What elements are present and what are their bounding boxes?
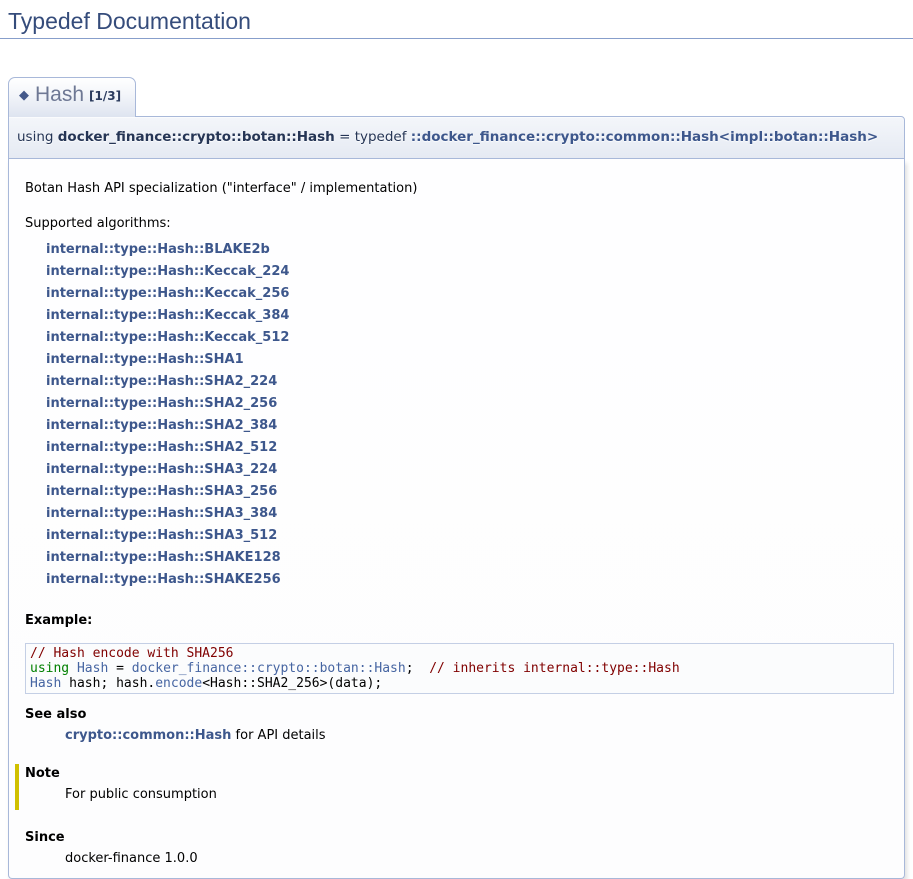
algorithm-list-item: internal::type::Hash::Keccak_384 xyxy=(46,305,894,327)
code-link[interactable]: Hash xyxy=(30,676,61,691)
see-also-content: crypto::common::Hash for API details xyxy=(65,728,894,743)
algorithm-link[interactable]: internal::type::Hash::Keccak_512 xyxy=(46,330,289,345)
code-token: <Hash::SHA2_256>(data); xyxy=(202,676,382,691)
algorithm-list-item: internal::type::Hash::SHA3_256 xyxy=(46,481,894,503)
note-label: Note xyxy=(25,766,894,781)
algorithm-list-item: internal::type::Hash::Keccak_256 xyxy=(46,283,894,305)
member-tab: ◆ Hash [1/3] xyxy=(8,77,136,117)
algorithm-link[interactable]: internal::type::Hash::BLAKE2b xyxy=(46,242,270,257)
code-token: = xyxy=(108,661,131,676)
algorithm-list-item: internal::type::Hash::SHA2_384 xyxy=(46,415,894,437)
algorithm-link[interactable]: internal::type::Hash::SHA2_256 xyxy=(46,396,277,411)
since-label: Since xyxy=(25,830,894,845)
since-text: docker-finance 1.0.0 xyxy=(65,851,894,866)
algorithm-link[interactable]: internal::type::Hash::SHA3_512 xyxy=(46,528,277,543)
algorithm-list: internal::type::Hash::BLAKE2binternal::t… xyxy=(46,239,894,591)
since-section: Since docker-finance 1.0.0 xyxy=(25,830,894,866)
example-section: Example: xyxy=(25,613,894,628)
see-also-suffix: for API details xyxy=(231,728,325,743)
algorithm-list-item: internal::type::Hash::Keccak_224 xyxy=(46,261,894,283)
code-block: // Hash encode with SHA256using Hash = d… xyxy=(25,643,894,694)
declaration-prefix: using xyxy=(17,129,58,145)
algorithm-link[interactable]: internal::type::Hash::SHAKE256 xyxy=(46,572,281,587)
page-title: Typedef Documentation xyxy=(0,0,913,39)
see-also-section: See also crypto::common::Hash for API de… xyxy=(25,707,894,743)
algorithm-link[interactable]: internal::type::Hash::SHA3_256 xyxy=(46,484,277,499)
declaration-middle: = typedef xyxy=(335,129,411,145)
see-also-label: See also xyxy=(25,707,894,722)
code-link[interactable]: encode xyxy=(155,676,202,691)
permalink-diamond-icon[interactable]: ◆ xyxy=(19,88,29,103)
note-text: For public consumption xyxy=(65,787,894,802)
algorithm-list-item: internal::type::Hash::BLAKE2b xyxy=(46,239,894,261)
algorithm-link[interactable]: internal::type::Hash::SHA3_224 xyxy=(46,462,277,477)
algorithm-list-item: internal::type::Hash::Keccak_512 xyxy=(46,327,894,349)
algorithm-list-item: internal::type::Hash::SHAKE128 xyxy=(46,547,894,569)
algorithm-link[interactable]: internal::type::Hash::SHA3_384 xyxy=(46,506,277,521)
algorithm-link[interactable]: internal::type::Hash::SHA2_512 xyxy=(46,440,277,455)
code-token: // Hash encode with SHA256 xyxy=(30,646,234,661)
code-token xyxy=(69,661,77,676)
typedef-declaration: using docker_finance::crypto::botan::Has… xyxy=(8,116,905,159)
algorithm-link[interactable]: internal::type::Hash::SHA1 xyxy=(46,352,244,367)
code-token: hash; hash. xyxy=(61,676,155,691)
intro-text: Botan Hash API specialization ("interfac… xyxy=(25,181,894,196)
note-section: Note For public consumption xyxy=(15,764,894,810)
member-documentation: Botan Hash API specialization ("interfac… xyxy=(8,159,905,879)
declaration-type-link[interactable]: ::docker_finance::crypto::common::Hash<i… xyxy=(411,129,878,145)
code-link[interactable]: Hash xyxy=(77,661,108,676)
declaration-name-link[interactable]: docker_finance::crypto::botan::Hash xyxy=(58,129,335,145)
code-line: // Hash encode with SHA256 xyxy=(30,646,889,661)
algorithm-list-item: internal::type::Hash::SHA1 xyxy=(46,349,894,371)
code-token: ; xyxy=(406,661,429,676)
algorithms-label: Supported algorithms: xyxy=(25,216,894,231)
see-also-link[interactable]: crypto::common::Hash xyxy=(65,728,231,743)
member-name: Hash xyxy=(35,83,84,106)
member-item: ◆Hash[1/3] using docker_finance::crypto:… xyxy=(8,77,905,879)
overload-count: [1/3] xyxy=(89,89,121,103)
algorithm-link[interactable]: internal::type::Hash::Keccak_384 xyxy=(46,308,289,323)
algorithm-list-item: internal::type::Hash::SHA3_224 xyxy=(46,459,894,481)
code-token: using xyxy=(30,661,69,676)
algorithm-link[interactable]: internal::type::Hash::SHA2_224 xyxy=(46,374,277,389)
algorithm-list-item: internal::type::Hash::SHAKE256 xyxy=(46,569,894,591)
algorithm-list-item: internal::type::Hash::SHA3_384 xyxy=(46,503,894,525)
algorithm-link[interactable]: internal::type::Hash::Keccak_224 xyxy=(46,264,289,279)
algorithm-link[interactable]: internal::type::Hash::Keccak_256 xyxy=(46,286,289,301)
algorithm-link[interactable]: internal::type::Hash::SHA2_384 xyxy=(46,418,277,433)
content-area: Typedef Documentation ◆ Hash [1/3] using d… xyxy=(0,0,913,879)
algorithm-link[interactable]: internal::type::Hash::SHAKE128 xyxy=(46,550,281,565)
algorithm-list-item: internal::type::Hash::SHA2_224 xyxy=(46,371,894,393)
algorithm-list-item: internal::type::Hash::SHA2_512 xyxy=(46,437,894,459)
algorithm-list-item: internal::type::Hash::SHA2_256 xyxy=(46,393,894,415)
code-line: Hash hash; hash.encode<Hash::SHA2_256>(d… xyxy=(30,676,889,691)
code-line: using Hash = docker_finance::crypto::bot… xyxy=(30,661,889,676)
algorithm-list-item: internal::type::Hash::SHA3_512 xyxy=(46,525,894,547)
code-link[interactable]: docker_finance::crypto::botan::Hash xyxy=(132,661,406,676)
code-token: // inherits internal::type::Hash xyxy=(429,661,679,676)
example-label: Example: xyxy=(25,613,894,628)
